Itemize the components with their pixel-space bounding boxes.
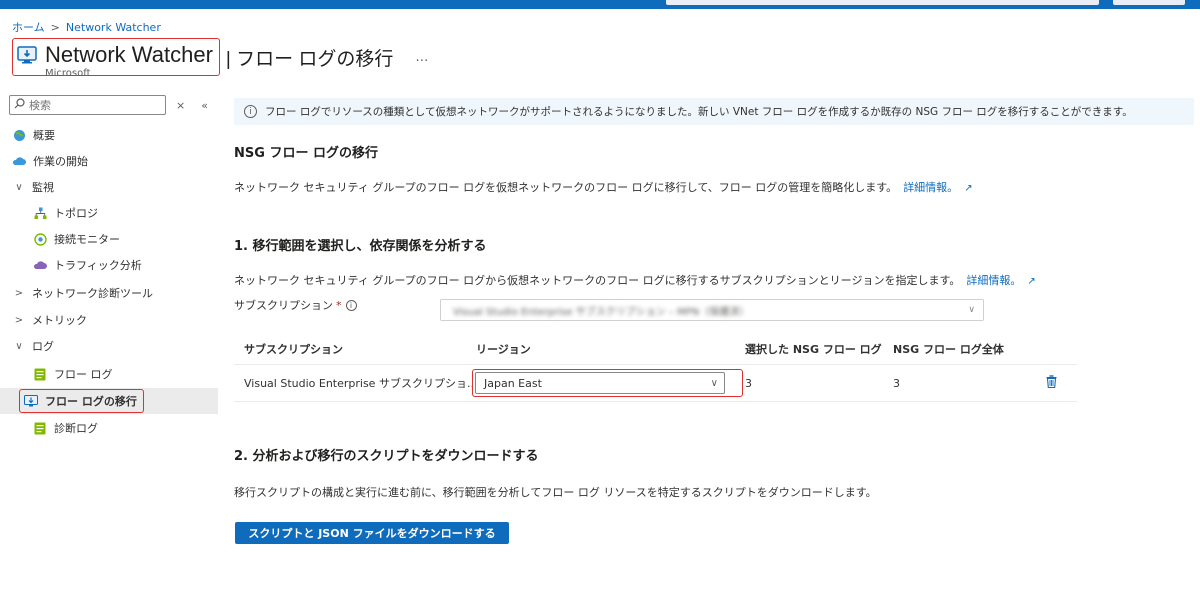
sidebar-item-label: ログ (32, 340, 54, 353)
chevron-down-icon: ∨ (15, 181, 23, 193)
sidebar-group-network-diagnostic-tools[interactable]: > ネットワーク診断ツール (0, 280, 218, 306)
close-icon[interactable]: × (176, 99, 185, 112)
delete-icon[interactable] (1046, 375, 1057, 391)
app-title: Network Watcher (45, 42, 213, 67)
cloud-icon (12, 154, 26, 168)
provider-label: Microsoft (45, 68, 91, 79)
sidebar-item-label: メトリック (32, 314, 87, 327)
sidebar-item-label: フロー ログの移行 (45, 395, 137, 408)
top-bar (0, 0, 1200, 9)
step1-description: ネットワーク セキュリティ グループのフロー ログから仮想ネットワークのフロー … (234, 272, 1036, 288)
selected-item-highlight: フロー ログの移行 (19, 389, 144, 413)
section-heading: NSG フロー ログの移行 (234, 146, 378, 161)
sidebar-item-traffic-analytics[interactable]: トラフィック分析 (0, 252, 218, 278)
section-description: ネットワーク セキュリティ グループのフロー ログを仮想ネットワークのフロー ロ… (234, 179, 973, 195)
sidebar-item-connection-monitor[interactable]: 接続モニター (0, 226, 218, 252)
search-icon (14, 98, 25, 112)
step1-heading: 1. 移行範囲を選択し、依存関係を分析する (234, 239, 487, 254)
sidebar-item-label: 接続モニター (54, 233, 120, 246)
sidebar-item-topology[interactable]: トポロジ (0, 200, 218, 226)
network-watcher-icon (17, 45, 37, 65)
step2-description: 移行スクリプトの構成と実行に進む前に、移行範囲を分析してフロー ログ リソースを… (234, 486, 877, 499)
more-options-icon[interactable]: … (415, 50, 428, 65)
table-row: Visual Studio Enterprise サブスクリプショ... Jap… (234, 365, 1077, 402)
column-header-total-nsg-flow-logs: NSG フロー ログ全体 (893, 342, 1004, 356)
sidebar-search-row: × « (9, 95, 208, 115)
sidebar-group-logs[interactable]: ∨ ログ (0, 333, 218, 359)
step2-heading: 2. 分析および移行のスクリプトをダウンロードする (234, 449, 539, 464)
subscription-selected-value: Visual Studio Enterprise サブスクリプション – MPN… (453, 306, 750, 318)
sidebar-item-getting-started[interactable]: 作業の開始 (0, 148, 218, 174)
column-header-selected-nsg-flow-logs: 選択した NSG フロー ログ (745, 342, 882, 356)
info-banner-text: フロー ログでリソースの種類として仮想ネットワークがサポートされるようになりまし… (265, 106, 1133, 118)
migrate-icon (24, 394, 38, 408)
sidebar-search-box[interactable] (9, 95, 166, 115)
external-link-icon[interactable]: ↗ (964, 183, 972, 194)
learn-more-link[interactable]: 詳細情報。 (903, 181, 958, 194)
diagnostic-log-icon (33, 421, 47, 435)
sidebar-item-label: 監視 (32, 181, 54, 194)
sidebar-item-label: フロー ログ (54, 368, 113, 381)
breadcrumb-home[interactable]: ホーム (12, 19, 45, 35)
chevron-right-icon: > (14, 287, 24, 299)
required-mark: * (336, 298, 342, 312)
chevron-right-icon: > (14, 314, 24, 326)
download-script-button[interactable]: スクリプトと JSON ファイルをダウンロードする (235, 522, 509, 544)
region-highlight-box: Japan East ∨ (472, 369, 743, 397)
external-link-icon[interactable]: ↗ (1027, 276, 1035, 287)
region-dropdown[interactable]: Japan East ∨ (475, 372, 725, 394)
cell-actions (1033, 375, 1077, 391)
top-bar-button[interactable] (1113, 0, 1185, 5)
sidebar-item-label: トポロジ (54, 207, 98, 220)
column-header-region: リージョン (476, 342, 531, 356)
sidebar-item-label: 概要 (33, 129, 55, 142)
step1-learn-more-link[interactable]: 詳細情報。 (966, 274, 1021, 287)
connection-monitor-icon (33, 232, 47, 246)
description-text: ネットワーク セキュリティ グループのフロー ログを仮想ネットワークのフロー ロ… (234, 181, 898, 194)
region-selected-value: Japan East (484, 376, 542, 390)
globe-icon (12, 128, 26, 142)
sidebar-item-label: 作業の開始 (33, 155, 88, 168)
cell-subscription: Visual Studio Enterprise サブスクリプショ... (244, 377, 476, 390)
table-header-row: サブスクリプション リージョン 選択した NSG フロー ログ NSG フロー … (234, 333, 1077, 365)
sidebar-item-diagnostic-logs[interactable]: 診断ログ (0, 415, 218, 441)
step1-description-text: ネットワーク セキュリティ グループのフロー ログから仮想ネットワークのフロー … (234, 274, 961, 287)
info-icon[interactable]: i (345, 299, 357, 311)
page-title: | フロー ログの移行 (225, 48, 394, 70)
info-icon: i (244, 105, 257, 118)
subscription-label: サブスクリプション (234, 299, 333, 312)
sidebar-item-label: トラフィック分析 (54, 259, 142, 272)
sidebar-item-flow-log-migration[interactable]: フロー ログの移行 (0, 388, 218, 414)
sidebar-item-overview[interactable]: 概要 (0, 122, 218, 148)
scope-table: サブスクリプション リージョン 選択した NSG フロー ログ NSG フロー … (234, 333, 1077, 402)
breadcrumb-separator: > (50, 20, 60, 34)
breadcrumb-network-watcher[interactable]: Network Watcher (66, 21, 161, 34)
topology-icon (33, 206, 47, 220)
column-header-subscription: サブスクリプション (244, 342, 343, 356)
sidebar-item-label: ネットワーク診断ツール (32, 287, 153, 300)
info-banner: i フロー ログでリソースの種類として仮想ネットワークがサポートされるようになり… (234, 98, 1194, 125)
sidebar-search-input[interactable] (29, 98, 149, 112)
subscription-field-label: サブスクリプション * i (234, 297, 357, 313)
cell-total-count: 3 (893, 376, 900, 390)
sidebar-group-monitoring[interactable]: ∨ 監視 (0, 174, 218, 200)
sidebar-group-metrics[interactable]: > メトリック (0, 307, 218, 333)
chevron-down-icon: ∨ (15, 340, 23, 352)
subscription-dropdown[interactable]: Visual Studio Enterprise サブスクリプション – MPN… (440, 299, 984, 321)
flow-log-icon (33, 367, 47, 381)
collapse-sidebar-icon[interactable]: « (201, 99, 208, 112)
global-search-bar[interactable] (666, 0, 1099, 5)
sidebar: × « 概要 作業の開始 ∨ 監視 トポロジ 接続モニター トラフィック分析 >… (0, 92, 218, 612)
cell-selected-count: 3 (745, 376, 752, 390)
title-highlight-box: Network Watcher (12, 38, 220, 76)
chevron-down-icon: ∨ (968, 305, 975, 315)
cell-region: Japan East ∨ (472, 369, 743, 397)
traffic-cloud-icon (33, 258, 47, 272)
sidebar-item-flow-logs[interactable]: フロー ログ (0, 361, 218, 387)
breadcrumb: ホーム > Network Watcher (12, 19, 161, 35)
chevron-down-icon: ∨ (710, 377, 718, 389)
sidebar-item-label: 診断ログ (54, 422, 98, 435)
